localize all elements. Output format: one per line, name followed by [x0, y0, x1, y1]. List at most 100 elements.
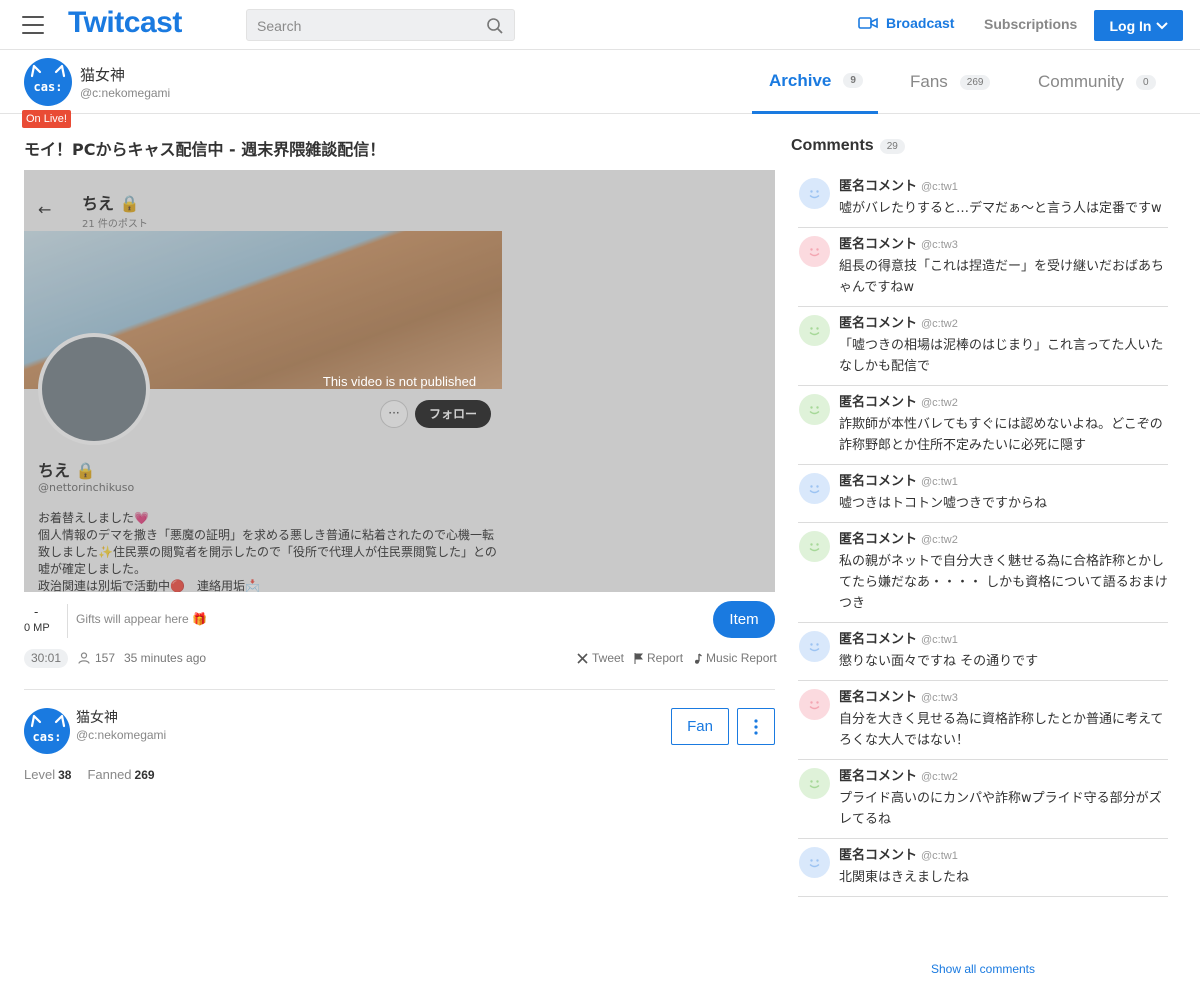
cat-ears-icon — [30, 64, 66, 78]
level-label: Level — [24, 767, 56, 782]
more-options-button[interactable] — [737, 708, 775, 745]
comment-text: 自分を大きく見せる為に資格詐称したとか普通に考えてろくな大人ではない！ — [839, 712, 1164, 748]
comment-meta: 匿名コメント @c:tw1 — [839, 473, 1168, 491]
tweet-label: Tweet — [592, 651, 625, 665]
comment-text: 嘘がバレたりすると…デマだぁ〜と言う人は定番ですw — [839, 201, 1162, 216]
divider — [67, 604, 68, 638]
comment-list: 匿名コメント @c:tw1 嘘がバレたりすると…デマだぁ〜と言う人は定番ですw 匿名コ… — [798, 170, 1168, 897]
smiley-face-icon — [809, 190, 820, 199]
vertical-dots-icon — [754, 718, 758, 735]
profile-bar: cas: On Live! 猫女神 @c:nekomegami Archive … — [0, 50, 1200, 128]
comment-username[interactable]: 匿名コメント — [839, 395, 917, 410]
smiley-face-icon — [809, 485, 820, 494]
live-badge: On Live! — [22, 110, 71, 128]
broadcaster-name[interactable]: 猫女神 — [76, 707, 118, 727]
comment-item: 匿名コメント @c:tw2 私の親がネットで自分大きく魅せる為に合格詐称とかしてたら… — [798, 523, 1168, 623]
comment-item: 匿名コメント @c:tw3 組長の得意技「これは捏造だー」を受け継いだおばあちゃんで… — [798, 228, 1168, 307]
comment-avatar[interactable] — [799, 768, 830, 799]
login-button[interactable]: Log In — [1094, 10, 1183, 41]
tab-community[interactable]: Community 0 — [1038, 50, 1156, 114]
comment-user-id: @c:tw1 — [921, 634, 958, 646]
comment-username[interactable]: 匿名コメント — [839, 316, 917, 331]
comment-meta: 匿名コメント @c:tw1 — [839, 631, 1168, 649]
comment-avatar[interactable] — [799, 689, 830, 720]
comment-avatar[interactable] — [799, 473, 830, 504]
tweet-link[interactable]: Tweet — [577, 651, 624, 665]
comment-text: 私の親がネットで自分大きく魅せる為に合格詐称とかしてたら嫌だなあ・・・・ しかも… — [839, 554, 1168, 611]
comment-text: 詐欺師が本性バレてもすぐには認めないよね。どこぞの詐称野郎とか住所不定みたいに必… — [839, 417, 1163, 453]
comment-meta: 匿名コメント @c:tw2 — [839, 315, 1168, 333]
comment-meta: 匿名コメント @c:tw3 — [839, 689, 1168, 707]
comment-avatar[interactable] — [799, 178, 830, 209]
comment-username[interactable]: 匿名コメント — [839, 179, 917, 194]
smiley-face-icon — [809, 780, 820, 789]
fan-button[interactable]: Fan — [671, 708, 729, 745]
search-input[interactable] — [257, 16, 477, 36]
comment-username[interactable]: 匿名コメント — [839, 690, 917, 705]
comment-avatar[interactable] — [799, 394, 830, 425]
report-link[interactable]: Report — [634, 651, 683, 665]
avatar[interactable]: cas: — [24, 58, 72, 106]
viewer-count-value: 157 — [95, 651, 116, 665]
mp-dash: - — [34, 605, 39, 619]
flag-icon — [634, 652, 644, 664]
search-icon[interactable] — [486, 17, 504, 35]
broadcast-link[interactable]: Broadcast — [858, 15, 954, 31]
tab-fans[interactable]: Fans 269 — [910, 50, 991, 114]
comment-item: 匿名コメント @c:tw2 「嘘つきの相場は泥棒のはじまり」これ言ってた人いたなしか… — [798, 307, 1168, 386]
comment-username[interactable]: 匿名コメント — [839, 532, 917, 547]
time-ago: 35 minutes ago — [124, 651, 207, 665]
music-report-link[interactable]: Music Report — [693, 651, 777, 665]
comment-text: 嘘つきはトコトン嘘つきですからね — [839, 496, 1048, 511]
tab-label: Fans — [910, 72, 948, 91]
comment-user-id: @c:tw2 — [921, 318, 958, 330]
comment-item: 匿名コメント @c:tw1 嘘がバレたりすると…デマだぁ〜と言う人は定番ですw — [798, 170, 1168, 228]
comment-avatar[interactable] — [799, 315, 830, 346]
comment-username[interactable]: 匿名コメント — [839, 237, 917, 252]
comment-user-id: @c:tw3 — [921, 239, 958, 251]
stream-actions: Tweet Report Music Report — [577, 651, 777, 665]
smiley-face-icon — [809, 248, 820, 257]
comment-user-id: @c:tw2 — [921, 397, 958, 409]
item-button[interactable]: Item — [713, 601, 775, 638]
menu-icon[interactable] — [22, 16, 44, 34]
comment-avatar[interactable] — [799, 847, 830, 878]
broadcaster-stats: Level 38 Fanned 269 — [24, 767, 155, 782]
comment-avatar[interactable] — [799, 531, 830, 562]
subscriptions-link[interactable]: Subscriptions — [984, 16, 1077, 32]
comment-avatar[interactable] — [799, 236, 830, 267]
tab-count: 9 — [843, 73, 863, 88]
video-status-message: This video is not published — [322, 374, 477, 389]
profile-name[interactable]: 猫女神 — [80, 64, 125, 85]
avatar-text: cas: — [32, 730, 62, 744]
comment-user-id: @c:tw1 — [921, 850, 958, 862]
video-player[interactable]: ← ちえ 🔒 21 件のポスト ··· フォロー ちえ 🔒 @nettorinc… — [24, 170, 775, 592]
broadcaster-avatar[interactable]: cas: — [24, 708, 70, 754]
level-value: 38 — [58, 768, 72, 782]
comment-username[interactable]: 匿名コメント — [839, 769, 917, 784]
tab-archive[interactable]: Archive 9 — [752, 50, 878, 114]
comment-avatar[interactable] — [799, 631, 830, 662]
comment-meta: 匿名コメント @c:tw1 — [839, 178, 1168, 196]
comment-username[interactable]: 匿名コメント — [839, 848, 917, 863]
comment-username[interactable]: 匿名コメント — [839, 632, 917, 647]
comment-item: 匿名コメント @c:tw2 プライド高いのにカンパや詐称wプライド守る部分がズレてる… — [798, 760, 1168, 839]
comment-user-id: @c:tw2 — [921, 534, 958, 546]
comment-meta: 匿名コメント @c:tw2 — [839, 531, 1168, 549]
comment-username[interactable]: 匿名コメント — [839, 474, 917, 489]
person-icon — [78, 652, 90, 664]
level-stat: Level 38 — [24, 767, 71, 782]
fanned-stat: Fanned 269 — [87, 767, 154, 782]
video-camera-icon — [858, 17, 878, 29]
comment-user-id: @c:tw1 — [921, 181, 958, 193]
show-all-comments-link[interactable]: Show all comments — [798, 962, 1168, 976]
avatar-text: cas: — [33, 80, 63, 94]
comment-user-id: @c:tw3 — [921, 692, 958, 704]
broadcast-label: Broadcast — [886, 15, 955, 31]
comment-item: 匿名コメント @c:tw1 北関東はきえましたね — [798, 839, 1168, 897]
duration-badge: 30:01 — [24, 649, 69, 668]
comment-text: プライド高いのにカンパや詐称wプライド守る部分がズレてるね — [839, 791, 1162, 827]
logo[interactable]: Twitcast — [68, 6, 182, 40]
fanned-label: Fanned — [87, 767, 132, 782]
login-label: Log In — [1109, 17, 1152, 34]
